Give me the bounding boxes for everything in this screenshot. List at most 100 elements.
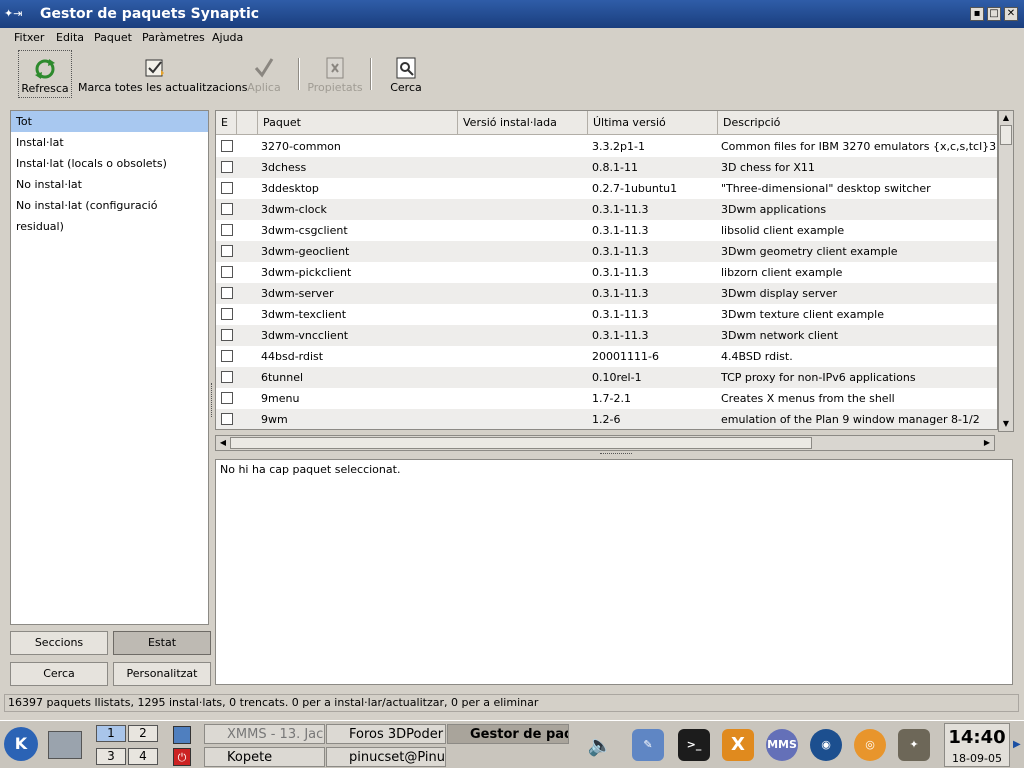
logout-icon[interactable]: ⏻ xyxy=(173,748,191,766)
scrollbar-thumb[interactable] xyxy=(230,437,812,449)
properties-button[interactable]: Propietats xyxy=(306,50,364,98)
table-row[interactable]: 3dwm-texclient 0.3.1-11.3 3Dwm texture cli… xyxy=(216,304,997,325)
desktop-icon[interactable] xyxy=(48,731,82,759)
package-checkbox[interactable] xyxy=(221,245,233,257)
maximize-button[interactable]: □ xyxy=(987,7,1001,21)
package-checkbox[interactable] xyxy=(221,371,233,383)
edit-notes-icon[interactable]: ✎ xyxy=(632,729,664,761)
clock-time: 14:40 xyxy=(948,727,1006,748)
package-checkbox[interactable] xyxy=(221,413,233,425)
desktop-4[interactable]: 4 xyxy=(128,748,158,765)
blender-icon[interactable]: ◎ xyxy=(854,729,886,761)
menu-parametres[interactable]: Paràmetres xyxy=(142,30,205,46)
column-header-package[interactable]: Paquet xyxy=(258,111,458,135)
task-xmms[interactable]: XMMS - 13. Jaci xyxy=(204,724,325,744)
mark-all-upgrades-button[interactable]: Marca totes les actualitzacions xyxy=(78,50,248,98)
task-kopete[interactable]: Kopete xyxy=(204,747,325,767)
package-checkbox[interactable] xyxy=(221,161,233,173)
package-table-scrollbar-horizontal[interactable]: ◀ ▶ xyxy=(215,435,995,451)
table-row[interactable]: 3dwm-server 0.3.1-11.3 3Dwm display server xyxy=(216,283,997,304)
table-row[interactable]: 6tunnel 0.10rel-1 TCP proxy for non-IPv6 a… xyxy=(216,367,997,388)
refresh-button[interactable]: Refresca xyxy=(18,50,72,98)
table-row[interactable]: 3270-common 3.3.2p1-1 Common files for IBM… xyxy=(216,136,997,157)
desktop-1[interactable]: 1 xyxy=(96,725,126,742)
table-row[interactable]: 3ddesktop 0.2.7-1ubuntu1 "Three-dimensiona… xyxy=(216,178,997,199)
filter-item-installed[interactable]: Instal·lat xyxy=(11,132,208,153)
globe-icon[interactable]: ◉ xyxy=(810,729,842,761)
package-checkbox[interactable] xyxy=(221,266,233,278)
column-header-installed-version[interactable]: Versió instal·lada xyxy=(458,111,588,135)
table-row[interactable]: 3dchess 0.8.1-11 3D chess for X11 xyxy=(216,157,997,178)
latest-version-cell: 1.2-6 xyxy=(592,413,621,426)
menu-fitxer[interactable]: Fitxer xyxy=(14,30,44,46)
checkmark-icon xyxy=(254,58,274,78)
column-header-icon[interactable] xyxy=(237,111,258,135)
clock[interactable]: 14:40 18-09-05 xyxy=(944,723,1010,767)
taskbar-expand-arrow-icon[interactable]: ▶ xyxy=(1013,739,1023,751)
mms-player-icon[interactable]: MMS xyxy=(766,729,798,761)
menu-paquet[interactable]: Paquet xyxy=(94,30,132,46)
scroll-up-arrow-icon[interactable]: ▲ xyxy=(999,111,1013,125)
description-cell: 4.4BSD rdist. xyxy=(721,350,793,363)
column-header-status[interactable]: E xyxy=(216,111,237,135)
table-row[interactable]: 3dwm-clock 0.3.1-11.3 3Dwm applications xyxy=(216,199,997,220)
installed-version-cell xyxy=(461,220,586,241)
package-checkbox[interactable] xyxy=(221,350,233,362)
package-checkbox[interactable] xyxy=(221,308,233,320)
status-button[interactable]: Estat xyxy=(113,631,211,655)
installed-version-cell xyxy=(461,262,586,283)
desktop-3[interactable]: 3 xyxy=(96,748,126,765)
close-button[interactable]: ✕ xyxy=(1004,7,1018,21)
table-row[interactable]: 44bsd-rdist 20001111-6 4.4BSD rdist. xyxy=(216,346,997,367)
search-filter-button[interactable]: Cerca xyxy=(10,662,108,686)
table-row[interactable]: 9menu 1.7-2.1 Creates X menus from the she… xyxy=(216,388,997,409)
gimp-icon[interactable]: ✦ xyxy=(898,729,930,761)
package-name-cell: 3dwm-geoclient xyxy=(261,245,350,258)
desktop-2[interactable]: 2 xyxy=(128,725,158,742)
minimize-button[interactable]: ▪ xyxy=(970,7,984,21)
lock-screen-icon[interactable] xyxy=(173,726,191,744)
table-row[interactable]: 3dwm-geoclient 0.3.1-11.3 3Dwm geometry cl… xyxy=(216,241,997,262)
apply-button[interactable]: Aplica xyxy=(238,50,290,98)
search-button[interactable]: Cerca xyxy=(378,50,434,98)
scroll-right-arrow-icon[interactable]: ▶ xyxy=(980,436,994,450)
package-checkbox[interactable] xyxy=(221,392,233,404)
scroll-down-arrow-icon[interactable]: ▼ xyxy=(999,417,1013,431)
custom-filter-button[interactable]: Personalitzat xyxy=(113,662,211,686)
filter-item-all[interactable]: Tot xyxy=(11,111,208,132)
volume-icon[interactable]: 🔈 xyxy=(578,729,622,761)
pane-handle-horizontal[interactable] xyxy=(600,453,632,455)
package-checkbox[interactable] xyxy=(221,203,233,215)
table-row[interactable]: 3dwm-vncclient 0.3.1-11.3 3Dwm network cli… xyxy=(216,325,997,346)
pane-handle-vertical[interactable] xyxy=(211,383,213,417)
scrollbar-thumb[interactable] xyxy=(1000,125,1012,145)
table-row[interactable]: 9wm 1.2-6 emulation of the Plan 9 window m… xyxy=(216,409,997,429)
column-header-description[interactable]: Descripció xyxy=(718,111,997,135)
package-checkbox[interactable] xyxy=(221,287,233,299)
installed-version-cell xyxy=(461,136,586,157)
package-table-scrollbar-vertical[interactable]: ▲ ▼ xyxy=(998,110,1014,432)
task-synaptic[interactable]: Gestor de paq xyxy=(447,724,569,744)
task-firefox[interactable]: Foros 3DPoder xyxy=(326,724,446,744)
filter-item-residual-config[interactable]: No instal·lat (configuració residual) xyxy=(11,195,208,233)
installed-version-cell xyxy=(461,199,586,220)
package-checkbox[interactable] xyxy=(221,329,233,341)
menu-ajuda[interactable]: Ajuda xyxy=(212,30,243,46)
table-row[interactable]: 3dwm-csgclient 0.3.1-11.3 libsolid client … xyxy=(216,220,997,241)
crossover-icon[interactable]: X xyxy=(722,729,754,761)
package-checkbox[interactable] xyxy=(221,224,233,236)
column-header-latest-version[interactable]: Última versió xyxy=(588,111,718,135)
task-terminal[interactable]: pinucset@Pinu xyxy=(326,747,446,767)
package-checkbox[interactable] xyxy=(221,140,233,152)
scroll-left-arrow-icon[interactable]: ◀ xyxy=(216,436,230,450)
terminal-icon[interactable]: >_ xyxy=(678,729,710,761)
filter-item-not-installed[interactable]: No instal·lat xyxy=(11,174,208,195)
filter-item-installed-local[interactable]: Instal·lat (locals o obsolets) xyxy=(11,153,208,174)
sections-button[interactable]: Seccions xyxy=(10,631,108,655)
menu-edita[interactable]: Edita xyxy=(56,30,84,46)
table-row[interactable]: 3dwm-pickclient 0.3.1-11.3 libzorn client … xyxy=(216,262,997,283)
package-checkbox[interactable] xyxy=(221,182,233,194)
window-menu-icon[interactable]: ✦⇥ xyxy=(4,7,34,21)
kde-menu-icon[interactable]: K xyxy=(4,727,38,761)
title-bar[interactable]: ✦⇥ Gestor de paquets Synaptic ▪ □ ✕ xyxy=(0,0,1024,28)
